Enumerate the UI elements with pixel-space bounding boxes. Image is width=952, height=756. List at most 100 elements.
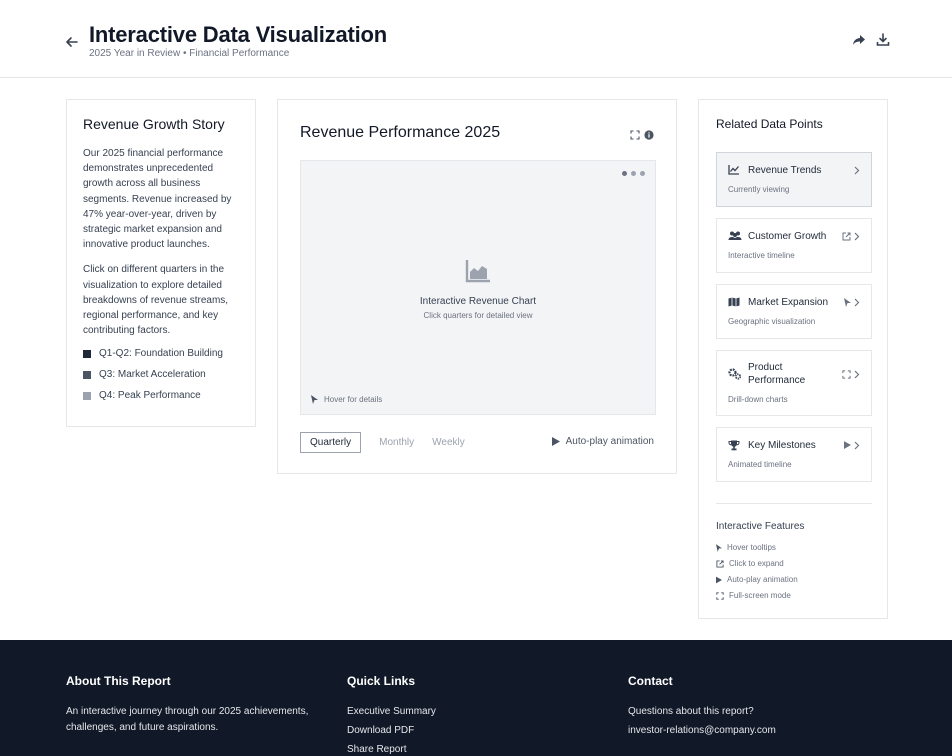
hover-hint-label: Hover for details: [324, 395, 383, 404]
related-item-sub: Drill-down charts: [728, 395, 788, 404]
footer-links: Quick Links Executive Summary Download P…: [347, 674, 547, 756]
related-item-label: Revenue Trends: [748, 164, 822, 176]
related-item-label: Product Performance: [748, 362, 806, 386]
tab-quarterly[interactable]: Quarterly: [300, 432, 362, 453]
tab-monthly[interactable]: Monthly: [379, 433, 414, 452]
related-item-sub: Animated timeline: [728, 460, 792, 469]
feature-item: Auto-play animation: [716, 575, 798, 584]
related-item-customer-growth[interactable]: Customer Growth Interactive timeline: [716, 218, 872, 273]
related-heading: Related Data Points: [716, 117, 823, 131]
tab-weekly[interactable]: Weekly: [432, 433, 465, 452]
footer: About This Report An interactive journey…: [0, 640, 952, 756]
users-icon: [728, 231, 742, 240]
download-icon: [876, 33, 890, 46]
feature-item: Click to expand: [716, 559, 784, 568]
chart-card: Revenue Performance 2025 Interactive Rev…: [277, 99, 677, 474]
play-icon: [844, 441, 851, 449]
chevron-right-icon: [854, 166, 860, 174]
area-chart-icon: [465, 260, 490, 283]
chevron-right-icon: [854, 441, 860, 449]
link-executive-summary[interactable]: Executive Summary: [347, 704, 547, 720]
cursor-icon: [844, 297, 851, 307]
legend-swatch: [83, 349, 91, 358]
external-link-icon: [842, 232, 851, 240]
expand-icon: [630, 130, 640, 140]
link-download-pdf[interactable]: Download PDF: [347, 723, 547, 739]
arrow-left-icon: [66, 37, 78, 47]
info-button[interactable]: [644, 127, 654, 145]
info-icon: [644, 130, 654, 140]
chart-placeholder-subtitle: Click quarters for detailed view: [423, 311, 533, 320]
related-item-product-performance[interactable]: Product Performance Drill-down charts: [716, 350, 872, 416]
features-title: Interactive Features: [716, 521, 805, 532]
share-icon: [853, 35, 865, 45]
link-share-report[interactable]: Share Report: [347, 742, 547, 756]
chart-canvas[interactable]: Interactive Revenue Chart Click quarters…: [300, 160, 656, 415]
chart-menu-dots[interactable]: [622, 171, 645, 176]
chevron-right-icon: [854, 370, 860, 378]
line-chart-icon: [728, 165, 739, 175]
trophy-icon: [728, 440, 740, 450]
legend-label: Q1-Q2: Foundation Building: [99, 348, 223, 360]
story-heading: Revenue Growth Story: [83, 116, 225, 132]
legend-swatch: [83, 391, 91, 400]
related-item-market-expansion[interactable]: Market Expansion Geographic visualizatio…: [716, 284, 872, 339]
legend-label: Q3: Market Acceleration: [99, 369, 206, 381]
chevron-right-icon: [854, 298, 860, 306]
related-item-label: Market Expansion: [748, 296, 829, 308]
cursor-icon: [716, 543, 722, 552]
related-item-label: Key Milestones: [748, 439, 816, 451]
gears-icon: [728, 368, 742, 380]
autoplay-label: Auto-play animation: [565, 436, 654, 447]
timeframe-tabs: Quarterly Monthly Weekly: [300, 432, 465, 453]
chevron-right-icon: [854, 232, 860, 240]
map-icon: [728, 297, 740, 307]
footer-contact: Contact Questions about this report? inv…: [628, 674, 888, 742]
share-button[interactable]: [852, 33, 866, 47]
legend-swatch: [83, 370, 91, 379]
contact-email-link[interactable]: investor-relations@company.com: [628, 723, 888, 739]
story-card: Revenue Growth Story Our 2025 financial …: [66, 99, 256, 427]
cursor-icon: [311, 395, 318, 404]
play-icon: [551, 437, 560, 446]
legend-item: Q4: Peak Performance: [83, 390, 239, 401]
related-item-sub: Geographic visualization: [728, 317, 816, 326]
external-link-icon: [716, 559, 724, 568]
divider: [716, 503, 872, 504]
feature-item: Hover tooltips: [716, 543, 776, 552]
related-item-label: Customer Growth: [748, 230, 827, 242]
chart-heading: Revenue Performance 2025: [300, 124, 501, 141]
chart-placeholder-title: Interactive Revenue Chart: [419, 296, 537, 307]
footer-contact-title: Contact: [628, 674, 673, 688]
feature-label: Auto-play animation: [727, 575, 798, 584]
expand-icon: [716, 591, 724, 600]
related-item-revenue-trends[interactable]: Revenue Trends Currently viewing: [716, 152, 872, 207]
related-item-sub: Interactive timeline: [728, 251, 795, 260]
related-item-key-milestones[interactable]: Key Milestones Animated timeline: [716, 427, 872, 482]
footer-about-text: An interactive journey through our 2025 …: [66, 706, 309, 733]
autoplay-button[interactable]: Auto-play animation: [551, 436, 654, 447]
page-subtitle: 2025 Year in Review • Financial Performa…: [89, 48, 290, 59]
legend-label: Q4: Peak Performance: [99, 390, 201, 402]
story-paragraph-1: Our 2025 financial performance demonstra…: [83, 148, 232, 251]
related-item-sub: Currently viewing: [728, 185, 790, 194]
legend-item: Q3: Market Acceleration: [83, 369, 239, 380]
back-button[interactable]: [62, 32, 82, 52]
story-paragraph-2: Click on different quarters in the visua…: [83, 264, 229, 337]
page-header: Interactive Data Visualization 2025 Year…: [0, 0, 952, 78]
legend-item: Q1-Q2: Foundation Building: [83, 348, 239, 359]
related-card: Related Data Points Revenue Trends Curre…: [698, 99, 888, 619]
feature-label: Full-screen mode: [729, 591, 791, 600]
play-icon: [716, 576, 722, 583]
footer-about: About This Report An interactive journey…: [66, 674, 326, 736]
expand-icon: [842, 369, 851, 379]
feature-item: Full-screen mode: [716, 591, 791, 600]
fullscreen-button[interactable]: [630, 127, 640, 145]
feature-label: Hover tooltips: [727, 543, 776, 552]
download-button[interactable]: [876, 33, 890, 47]
footer-links-title: Quick Links: [347, 674, 416, 688]
hover-hint: Hover for details: [311, 395, 382, 404]
footer-contact-question: Questions about this report?: [628, 706, 754, 717]
page-title: Interactive Data Visualization: [89, 22, 388, 47]
feature-label: Click to expand: [729, 559, 784, 568]
